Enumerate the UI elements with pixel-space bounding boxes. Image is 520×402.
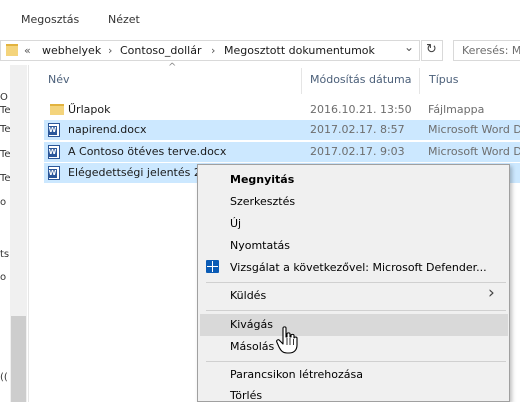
menu-item-print[interactable]: Nyomtatás bbox=[230, 239, 290, 252]
menu-item-new[interactable]: Új bbox=[230, 217, 241, 230]
menu-separator bbox=[206, 361, 506, 362]
nav-item[interactable]: Te bbox=[0, 105, 11, 116]
column-header-type[interactable]: Típus bbox=[429, 73, 458, 86]
column-divider[interactable] bbox=[301, 68, 302, 94]
sort-ascending-icon: ^ bbox=[168, 62, 177, 73]
nav-item[interactable]: Te bbox=[0, 173, 11, 184]
file-name: A Contoso ötéves terve.docx bbox=[68, 145, 227, 158]
file-row[interactable]: A Contoso ötéves terve.docx 2017.02.17. … bbox=[44, 142, 520, 162]
nav-item[interactable]: O bbox=[0, 92, 8, 103]
nav-item[interactable]: Te bbox=[0, 149, 11, 160]
file-row[interactable]: Űrlapok 2016.10.21. 13:50 Fájlmappa bbox=[44, 100, 520, 120]
column-header-modified[interactable]: Módosítás dátuma bbox=[310, 73, 411, 86]
nav-item[interactable]: o bbox=[0, 197, 6, 208]
breadcrumb-shared-documents[interactable]: Megosztott dokumentumok bbox=[224, 44, 375, 57]
column-header-name[interactable]: Név bbox=[48, 73, 70, 86]
file-modified: 2017.02.17. 9:03 bbox=[310, 145, 405, 158]
folder-icon bbox=[50, 104, 64, 115]
refresh-icon: ↻ bbox=[426, 42, 437, 57]
breadcrumb-webhelyek[interactable]: webhelyek bbox=[42, 44, 101, 57]
folder-icon bbox=[6, 44, 18, 56]
breadcrumb-contoso[interactable]: Contoso_dollár bbox=[120, 44, 201, 57]
refresh-button[interactable]: ↻ bbox=[421, 40, 443, 61]
menu-item-copy[interactable]: Másolás bbox=[230, 340, 274, 353]
chevron-down-icon[interactable]: ⌄ bbox=[404, 40, 414, 54]
file-name: Űrlapok bbox=[68, 103, 111, 116]
menu-item-delete[interactable]: Törlés bbox=[230, 389, 262, 402]
word-doc-icon bbox=[48, 145, 60, 159]
word-doc-icon bbox=[48, 123, 60, 137]
file-type: Microsoft Word D bbox=[428, 145, 520, 158]
menu-item-send-to[interactable]: Küldés bbox=[230, 289, 266, 302]
nav-item[interactable]: o bbox=[0, 272, 6, 283]
menu-item-edit[interactable]: Szerkesztés bbox=[230, 195, 295, 208]
breadcrumb-overflow[interactable]: « bbox=[24, 44, 31, 57]
nav-item[interactable]: (( bbox=[0, 372, 8, 383]
file-name: napirend.docx bbox=[68, 123, 147, 136]
file-type: Fájlmappa bbox=[428, 103, 485, 116]
tab-view[interactable]: Nézet bbox=[108, 13, 140, 26]
defender-shield-icon bbox=[206, 260, 219, 273]
breadcrumb-separator: › bbox=[211, 44, 216, 57]
file-type: Microsoft Word D bbox=[428, 123, 520, 136]
menu-separator bbox=[206, 310, 506, 311]
nav-item[interactable]: Te bbox=[0, 124, 11, 135]
tab-share[interactable]: Megosztás bbox=[21, 13, 79, 26]
nav-scrollbar-thumb[interactable] bbox=[11, 316, 26, 402]
file-modified: 2017.02.17. 8:57 bbox=[310, 123, 405, 136]
file-name: Elégedettségi jelentés 20 bbox=[68, 166, 208, 179]
nav-item[interactable]: ts bbox=[0, 249, 9, 260]
context-menu: Megnyitás Szerkesztés Új Nyomtatás Vizsg… bbox=[197, 164, 510, 402]
word-doc-icon bbox=[48, 166, 60, 180]
menu-item-open[interactable]: Megnyitás bbox=[230, 173, 294, 186]
chevron-right-icon: › bbox=[488, 283, 495, 303]
search-box[interactable]: Keresés: Me bbox=[453, 40, 520, 61]
menu-separator bbox=[206, 282, 506, 283]
file-modified: 2016.10.21. 13:50 bbox=[310, 103, 412, 116]
search-input[interactable]: Keresés: Me bbox=[462, 44, 520, 57]
menu-item-create-shortcut[interactable]: Parancsikon létrehozása bbox=[230, 368, 363, 381]
column-divider[interactable] bbox=[419, 68, 420, 94]
menu-item-cut[interactable]: Kivágás bbox=[230, 318, 273, 331]
menu-item-defender-scan[interactable]: Vizsgálat a következővel: Microsoft Defe… bbox=[230, 261, 487, 274]
hand-cursor-icon bbox=[276, 326, 298, 354]
file-row[interactable]: napirend.docx 2017.02.17. 8:57 Microsoft… bbox=[44, 120, 520, 140]
breadcrumb-separator: › bbox=[108, 44, 113, 57]
